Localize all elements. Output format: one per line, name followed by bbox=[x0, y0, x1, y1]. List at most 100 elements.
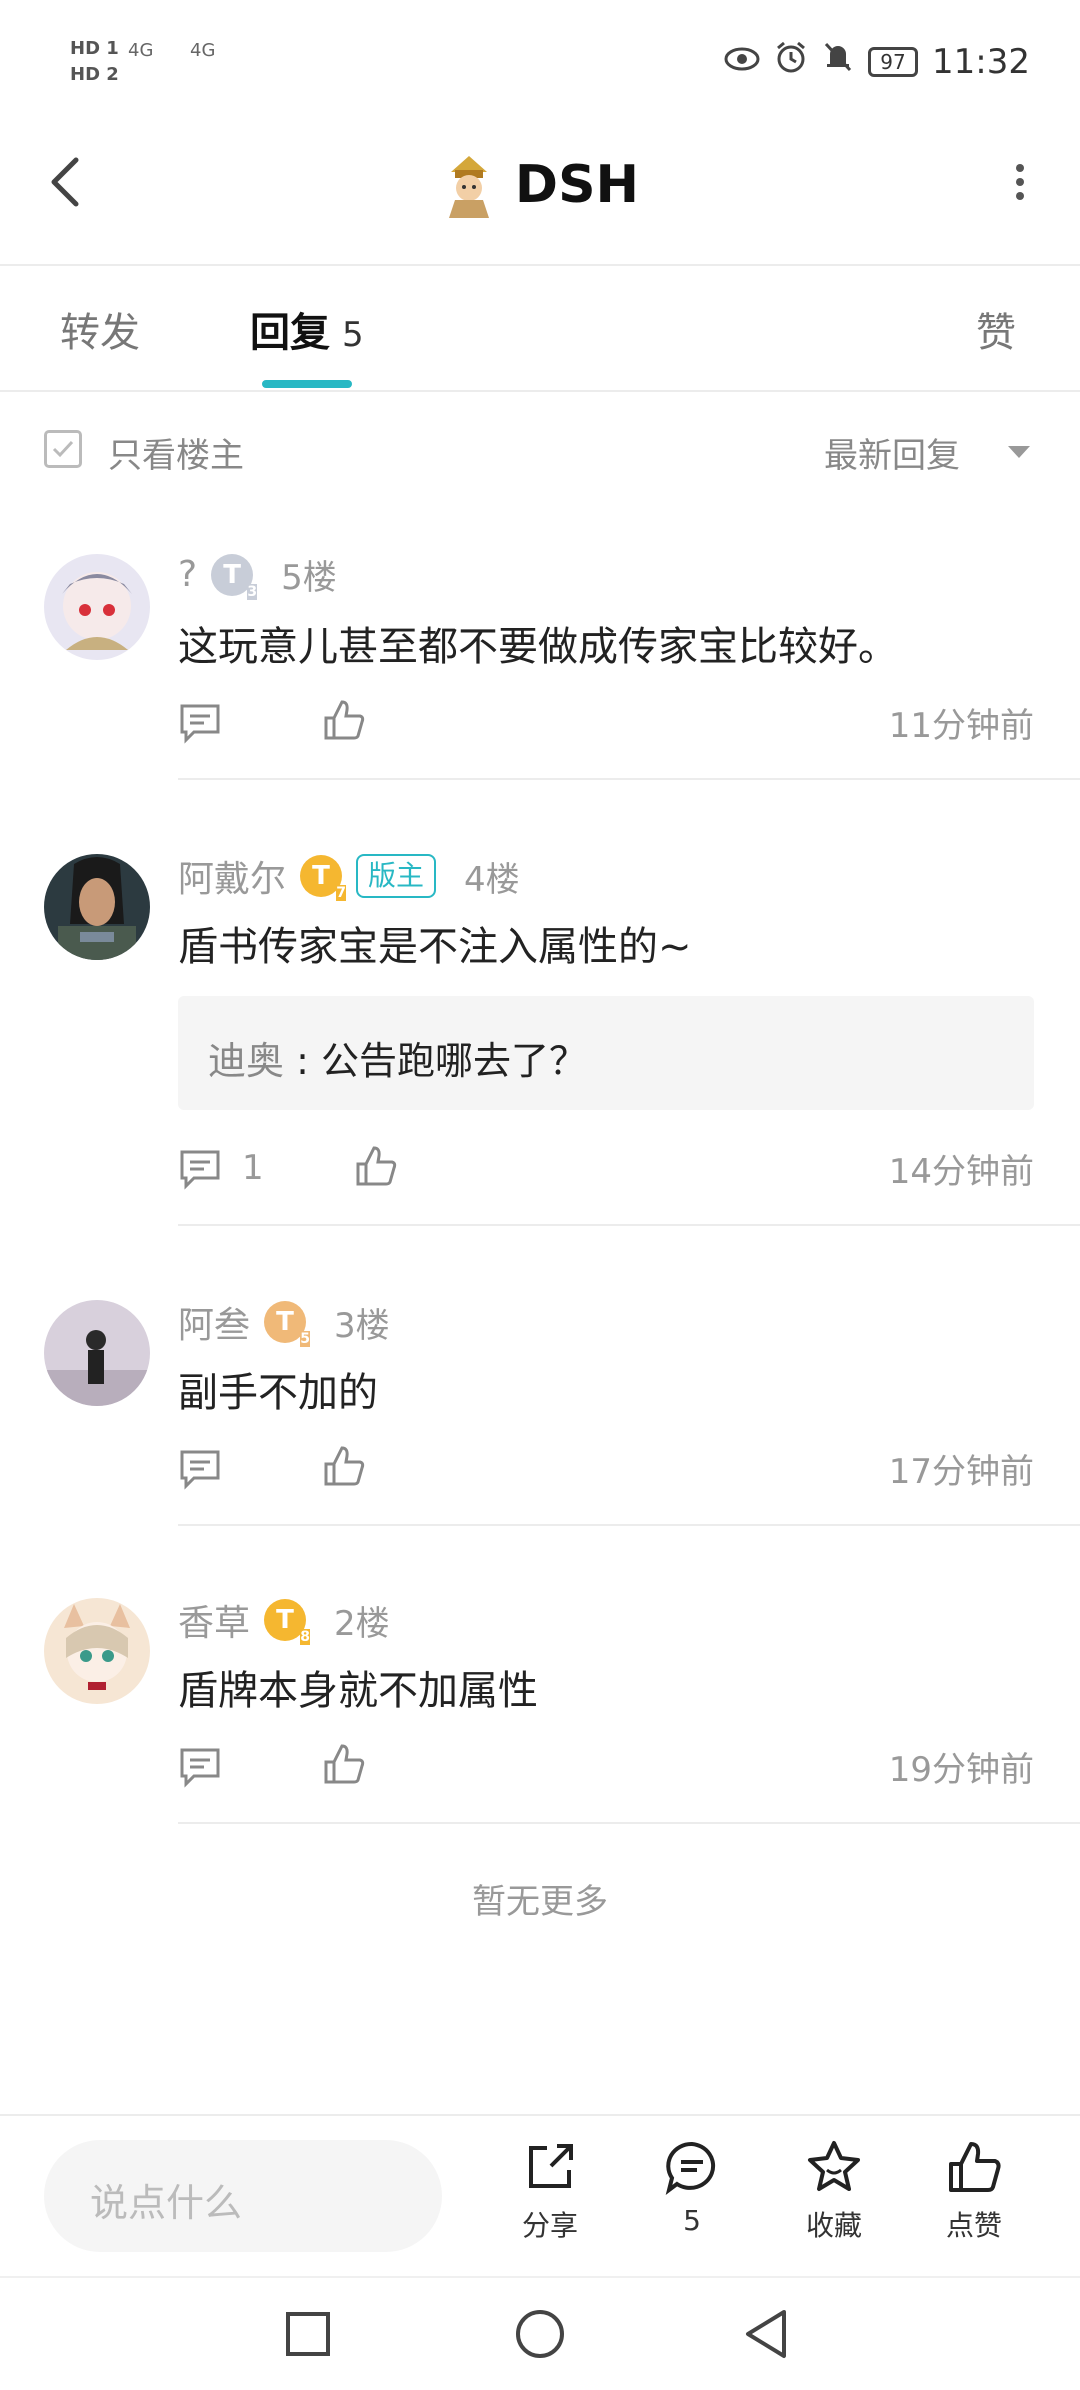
floor-number: 2楼 bbox=[334, 1603, 390, 1644]
system-nav-bar bbox=[0, 2276, 1080, 2390]
name-row: 阿戴尔 T7 版主 4楼 bbox=[178, 850, 520, 902]
comment-input[interactable]: 说点什么 bbox=[44, 2140, 442, 2252]
caret-down-icon[interactable] bbox=[1008, 446, 1030, 458]
battery-indicator: 97 bbox=[868, 46, 919, 77]
bottom-action-bar: 说点什么 分享 5 收藏 点赞 bbox=[0, 2114, 1080, 2276]
level-badge: T7 bbox=[300, 855, 347, 901]
name-row: 香草 T8 2楼 bbox=[178, 1594, 390, 1646]
comment-time: 14分钟前 bbox=[888, 1152, 1034, 1192]
tab-likes[interactable]: 赞 bbox=[976, 300, 1016, 358]
comment-text: 盾牌本身就不加属性 bbox=[178, 1668, 538, 1714]
circle-icon bbox=[516, 2310, 564, 2358]
like-button[interactable] bbox=[322, 1742, 366, 1790]
active-tab-indicator bbox=[262, 380, 352, 388]
comment-text: 盾书传家宝是不注入属性的~ bbox=[178, 924, 692, 970]
like-post-button[interactable]: 点赞 bbox=[914, 2138, 1034, 2258]
header-divider bbox=[0, 264, 1080, 266]
comments-button[interactable]: 5 bbox=[632, 2138, 752, 2258]
check-icon bbox=[52, 440, 74, 458]
comment-separator bbox=[178, 1524, 1080, 1526]
page-title: DSH bbox=[514, 155, 640, 215]
reply-button[interactable] bbox=[178, 1744, 222, 1792]
name-row: ? T3 5楼 bbox=[178, 550, 337, 600]
favorite-button[interactable]: 收藏 bbox=[774, 2138, 894, 2258]
comment-text: 这玩意儿甚至都不要做成传家宝比较好。 bbox=[178, 624, 898, 670]
share-button[interactable]: 分享 bbox=[490, 2138, 610, 2258]
recents-button[interactable] bbox=[284, 2310, 332, 2362]
share-label: 分享 bbox=[521, 2209, 578, 2242]
square-icon bbox=[286, 2312, 330, 2356]
like-button[interactable] bbox=[322, 1444, 366, 1492]
tabs-divider bbox=[0, 390, 1080, 392]
moderator-badge: 版主 bbox=[356, 854, 437, 898]
comment-text: 副手不加的 bbox=[178, 1370, 378, 1416]
thumb-up-icon bbox=[324, 1446, 365, 1486]
only-op-checkbox[interactable] bbox=[44, 430, 82, 468]
hd1-indicator: HD 1 bbox=[70, 38, 119, 59]
hd2-indicator: HD 2 bbox=[70, 64, 119, 85]
comment-input-placeholder: 说点什么 bbox=[90, 2181, 243, 2225]
tab-replies-label: 回复 bbox=[250, 310, 330, 356]
tab-replies[interactable]: 回复 5 bbox=[250, 300, 364, 358]
tab-forward[interactable]: 转发 bbox=[60, 300, 140, 358]
reply-author[interactable]: 迪奥 bbox=[208, 1039, 284, 1083]
comment-count: 5 bbox=[683, 2204, 701, 2237]
mute-bell-icon bbox=[822, 40, 854, 83]
floor-number: 5楼 bbox=[281, 558, 337, 598]
more-options-button[interactable] bbox=[1010, 160, 1030, 204]
comment-actions: 1 14分钟前 bbox=[178, 1138, 1034, 1198]
avatar[interactable] bbox=[44, 554, 150, 660]
comment-time: 19分钟前 bbox=[888, 1750, 1034, 1790]
reply-preview-text: 迪奥 : 公告跑哪去了？ bbox=[208, 1039, 587, 1083]
avatar[interactable] bbox=[44, 1300, 150, 1406]
comment-actions: 17分钟前 bbox=[178, 1438, 1034, 1498]
comment-icon bbox=[180, 1450, 220, 1490]
thumb-up-icon bbox=[324, 700, 365, 740]
comment-icon bbox=[180, 704, 220, 744]
comment-icon bbox=[180, 1150, 220, 1190]
header-title-area: DSH bbox=[0, 140, 1080, 230]
comment-icon bbox=[180, 1748, 220, 1788]
user-name[interactable]: 阿戴尔 bbox=[178, 850, 286, 902]
comment-separator bbox=[178, 1224, 1080, 1226]
tab-replies-count: 5 bbox=[342, 315, 364, 355]
level-badge: T8 bbox=[264, 1599, 311, 1645]
status-right: 97 11:32 bbox=[724, 40, 1030, 83]
thumb-up-icon bbox=[324, 1744, 365, 1784]
reply-button[interactable] bbox=[178, 1446, 222, 1494]
reply-count: 1 bbox=[242, 1148, 264, 1188]
like-label: 点赞 bbox=[945, 2209, 1002, 2242]
reply-content: 公告跑哪去了？ bbox=[320, 1039, 587, 1083]
level-badge: T5 bbox=[264, 1301, 311, 1347]
comment-separator bbox=[178, 778, 1080, 780]
name-row: 阿叁 T5 3楼 bbox=[178, 1296, 390, 1348]
reply-button[interactable]: 1 bbox=[178, 1146, 264, 1190]
avatar[interactable] bbox=[44, 854, 150, 960]
alarm-icon bbox=[774, 40, 808, 83]
sort-dropdown[interactable]: 最新回复 bbox=[824, 428, 960, 477]
like-button[interactable] bbox=[354, 1144, 398, 1192]
author-avatar[interactable] bbox=[441, 152, 497, 218]
comment-separator bbox=[178, 1822, 1080, 1824]
back-nav-button[interactable] bbox=[742, 2308, 790, 2364]
avatar[interactable] bbox=[44, 1598, 150, 1704]
like-button[interactable] bbox=[322, 698, 366, 746]
comment-time: 17分钟前 bbox=[888, 1452, 1034, 1492]
comment-time: 11分钟前 bbox=[888, 706, 1034, 746]
reply-preview[interactable]: 迪奥 : 公告跑哪去了？ bbox=[178, 996, 1034, 1110]
thumb-up-icon bbox=[356, 1146, 397, 1186]
status-bar: HD 1 HD 2 4G 4G 97 11:32 bbox=[0, 0, 1080, 130]
user-name[interactable]: 香草 bbox=[178, 1594, 250, 1646]
favorite-label: 收藏 bbox=[805, 2209, 862, 2242]
only-op-label[interactable]: 只看楼主 bbox=[108, 428, 244, 477]
reply-button[interactable] bbox=[178, 700, 222, 748]
floor-number: 3楼 bbox=[334, 1305, 390, 1346]
thumb-up-icon bbox=[949, 2142, 1001, 2192]
floor-number: 4楼 bbox=[464, 859, 520, 900]
level-badge: T3 bbox=[211, 553, 258, 600]
home-button[interactable] bbox=[514, 2308, 566, 2364]
user-name[interactable]: 阿叁 bbox=[178, 1296, 250, 1348]
signal-1: 4G bbox=[128, 40, 154, 61]
user-name[interactable]: ? bbox=[178, 554, 197, 595]
hd-indicators: HD 1 HD 2 bbox=[70, 36, 119, 88]
